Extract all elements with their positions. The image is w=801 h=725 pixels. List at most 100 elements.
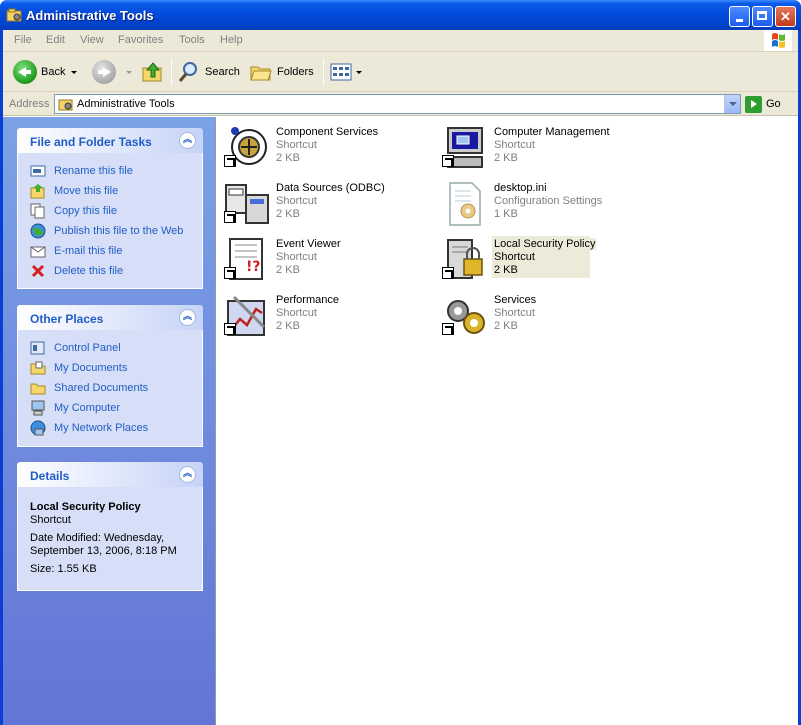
place-label: Shared Documents <box>54 382 149 394</box>
shortcut-arrow-icon <box>442 323 454 335</box>
task-label: Move this file <box>54 185 119 197</box>
task-delete[interactable]: Delete this file <box>18 261 202 281</box>
menu-file[interactable]: File <box>14 34 32 46</box>
file-folder-tasks-header[interactable]: File and Folder Tasks ︽ <box>17 128 203 153</box>
file-name: Local Security Policy <box>494 238 596 250</box>
file-type: Shortcut <box>276 307 317 319</box>
up-folder-icon <box>142 62 162 82</box>
maximize-button[interactable] <box>752 6 773 27</box>
collapse-chevron-icon[interactable]: ︽ <box>179 132 196 149</box>
settings-file-icon <box>449 182 481 226</box>
address-label: Address <box>9 98 50 110</box>
file-desktop-ini[interactable]: desktop.ini Configuration Settings 1 KB <box>438 177 638 227</box>
minimize-button[interactable] <box>729 6 750 27</box>
place-my-documents[interactable]: My Documents <box>18 358 202 378</box>
file-component-services[interactable]: Component Services Shortcut 2 KB <box>220 121 420 171</box>
place-label: My Network Places <box>54 422 149 434</box>
place-control-panel[interactable]: Control Panel <box>18 338 202 358</box>
forward-button[interactable] <box>92 58 132 86</box>
back-label: Back <box>41 66 66 78</box>
file-type: Configuration Settings <box>494 195 603 207</box>
move-icon <box>30 184 45 199</box>
admin-tools-icon <box>58 99 73 111</box>
menu-help[interactable]: Help <box>220 34 243 46</box>
file-local-security-policy[interactable]: Local Security Policy Shortcut 2 KB <box>438 233 638 283</box>
explorer-window: Administrative Tools ✕ File Edit View Fa… <box>0 0 801 725</box>
menu-favorites[interactable]: Favorites <box>118 34 163 46</box>
other-places-header[interactable]: Other Places ︽ <box>17 305 203 330</box>
file-size: 2 KB <box>494 320 518 332</box>
back-dropdown-icon[interactable] <box>71 70 78 74</box>
back-arrow-icon <box>13 60 37 84</box>
file-data-sources[interactable]: Data Sources (ODBC) Shortcut 2 KB <box>220 177 420 227</box>
address-input[interactable]: Administrative Tools <box>54 94 741 114</box>
close-icon: ✕ <box>780 9 791 24</box>
title-bar[interactable]: Administrative Tools ✕ <box>0 0 801 30</box>
file-name: Services <box>494 294 537 306</box>
delete-icon <box>31 264 45 278</box>
window-body: File Edit View Favorites Tools Help Back <box>3 30 798 725</box>
task-email[interactable]: E-mail this file <box>18 241 202 261</box>
file-size: 1 KB <box>494 208 518 220</box>
shortcut-arrow-icon <box>442 267 454 279</box>
file-services[interactable]: Services Shortcut 2 KB <box>438 289 638 339</box>
folders-button[interactable]: Folders <box>249 58 314 86</box>
shortcut-arrow-icon <box>224 211 236 223</box>
file-type: Shortcut <box>494 139 535 151</box>
file-size: 2 KB <box>276 320 300 332</box>
file-computer-management[interactable]: Computer Management Shortcut 2 KB <box>438 121 638 171</box>
up-folder-button[interactable] <box>141 58 165 86</box>
windows-logo-icon <box>764 30 792 51</box>
file-size: 2 KB <box>276 208 300 220</box>
task-rename[interactable]: Rename this file <box>18 161 202 181</box>
email-icon <box>30 246 46 258</box>
address-bar: Address Administrative Tools Go <box>3 92 798 116</box>
task-move[interactable]: Move this file <box>18 181 202 201</box>
close-button[interactable]: ✕ <box>775 6 796 27</box>
go-button[interactable]: Go <box>745 95 781 113</box>
menu-view[interactable]: View <box>80 34 104 46</box>
task-copy[interactable]: Copy this file <box>18 201 202 221</box>
file-list: Component Services Shortcut 2 KB Compute… <box>215 117 798 725</box>
address-dropdown-icon[interactable] <box>724 95 740 113</box>
rename-icon <box>30 165 46 177</box>
file-name: Data Sources (ODBC) <box>276 182 385 194</box>
details-panel: Details ︽ Local Security Policy Shortcut… <box>17 462 203 591</box>
file-type: Shortcut <box>494 307 535 319</box>
task-pane: File and Folder Tasks ︽ Rename this file… <box>3 117 215 725</box>
place-label: My Documents <box>54 362 128 374</box>
views-button[interactable] <box>329 58 362 86</box>
file-size: 2 KB <box>276 152 300 164</box>
admin-tools-icon <box>6 8 22 22</box>
search-button[interactable]: Search <box>177 58 240 86</box>
details-date-modified: Date Modified: Wednesday, September 13, … <box>30 532 177 557</box>
file-size: 2 KB <box>276 264 300 276</box>
place-my-computer[interactable]: My Computer <box>18 398 202 418</box>
menu-tools[interactable]: Tools <box>179 34 205 46</box>
file-performance[interactable]: Performance Shortcut 2 KB <box>220 289 420 339</box>
copy-icon <box>30 203 45 219</box>
window-title: Administrative Tools <box>26 8 154 23</box>
details-type: Shortcut <box>30 514 71 526</box>
details-header[interactable]: Details ︽ <box>17 462 203 487</box>
forward-dropdown-icon[interactable] <box>126 70 132 74</box>
address-value: Administrative Tools <box>77 98 175 110</box>
task-publish[interactable]: Publish this file to the Web <box>18 221 202 241</box>
task-label: E-mail this file <box>54 245 123 257</box>
back-button[interactable]: Back <box>13 58 78 86</box>
file-name: Component Services <box>276 126 379 138</box>
file-event-viewer[interactable]: !? Event Viewer Shortcut 2 KB <box>220 233 420 283</box>
file-type: Shortcut <box>276 139 317 151</box>
collapse-chevron-icon[interactable]: ︽ <box>179 466 196 483</box>
file-type: Shortcut <box>276 251 317 263</box>
place-shared-documents[interactable]: Shared Documents <box>18 378 202 398</box>
menu-edit[interactable]: Edit <box>46 34 65 46</box>
search-icon <box>178 62 197 82</box>
file-type: Shortcut <box>494 251 535 263</box>
toolbar: Back Search Folders <box>3 52 798 92</box>
place-my-network-places[interactable]: My Network Places <box>18 418 202 438</box>
my-computer-icon <box>31 400 45 416</box>
task-label: Delete this file <box>54 265 124 277</box>
shortcut-arrow-icon <box>224 267 236 279</box>
collapse-chevron-icon[interactable]: ︽ <box>179 309 196 326</box>
